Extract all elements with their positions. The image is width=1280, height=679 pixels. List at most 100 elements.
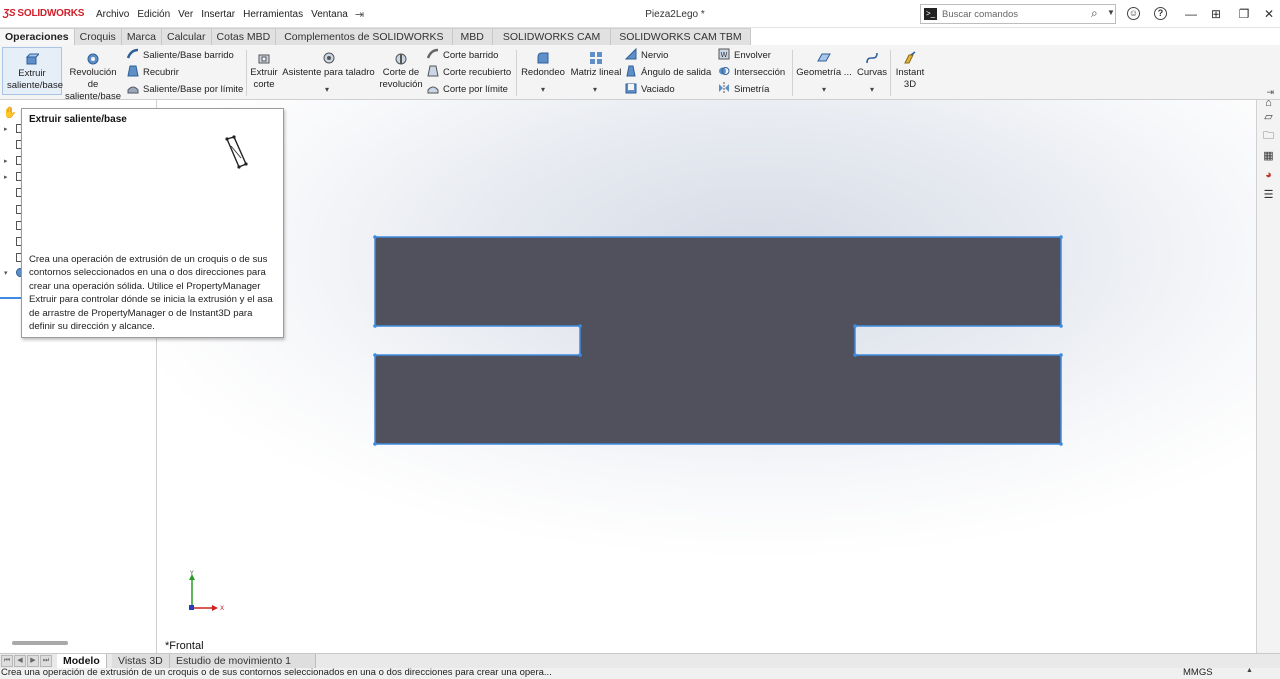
sketch-profile[interactable] [158, 100, 1256, 653]
corte-limite-button[interactable]: Corte por límite [427, 82, 508, 98]
corte-recubierto-button[interactable]: Corte recubierto [427, 65, 511, 81]
document-title: Pieza2Lego * [645, 9, 705, 20]
tab-solidworks-cam[interactable]: SOLIDWORKS CAM [492, 28, 612, 45]
search-placeholder: Buscar comandos [942, 9, 1019, 20]
search-commands-input[interactable]: >_ Buscar comandos ⌕ ▼ [920, 4, 1116, 24]
menu-edicion[interactable]: Edición [133, 9, 174, 20]
swept-boss-icon [127, 48, 139, 59]
help-icon[interactable]: ? [1154, 7, 1167, 20]
ribbon-separator [516, 50, 517, 96]
tab-modelo[interactable]: Modelo [57, 654, 107, 669]
saliente-limite-label: Saliente/Base por límite [143, 84, 244, 95]
menu-ver[interactable]: Ver [174, 9, 197, 20]
tree-collapse-icon[interactable]: ▾ [4, 269, 8, 277]
menu-archivo[interactable]: Archivo [92, 9, 133, 20]
horizontal-scrollbar[interactable] [12, 641, 68, 645]
solidworks-logo[interactable]: ƷS SOLIDWORKS [3, 8, 84, 19]
revolucion-saliente-button[interactable]: Revolución de saliente/base [63, 47, 123, 102]
revolucion-saliente-label: Revolución de saliente/base [65, 67, 121, 102]
command-manager: Extruir saliente/base Revolución de sali… [0, 45, 1280, 102]
nervio-label: Nervio [641, 50, 669, 61]
vaciado-button[interactable]: Vaciado [625, 82, 675, 98]
extruir-corte-button[interactable]: Extruir corte [248, 47, 280, 95]
units-dropdown-icon[interactable]: ▲ [1246, 668, 1253, 674]
prev-tab-icon[interactable]: ◀ [14, 655, 26, 667]
linear-pattern-icon [590, 52, 602, 64]
saliente-barrido-button[interactable]: Saliente/Base barrido [127, 48, 234, 64]
tab-croquis[interactable]: Croquis [74, 28, 122, 45]
file-explorer-icon[interactable]: 🗀 [1260, 128, 1277, 144]
instant3d-button[interactable]: Instant 3D [893, 47, 927, 95]
search-icon[interactable]: ⌕ [1091, 6, 1098, 21]
asistente-taladro-dropdown-icon[interactable]: ▾ [325, 85, 329, 94]
tree-expand-icon[interactable]: ▸ [4, 125, 8, 133]
boundary-cut-icon [427, 86, 439, 94]
tab-solidworks-cam-tbm[interactable]: SOLIDWORKS CAM TBM [611, 28, 751, 45]
menu-ventana[interactable]: Ventana [307, 9, 352, 20]
rib-icon [625, 48, 637, 60]
tree-expand-icon[interactable]: ▸ [4, 157, 8, 165]
curvas-dropdown-icon[interactable]: ▾ [870, 85, 874, 94]
lofted-cut-icon [427, 65, 439, 77]
matriz-lineal-dropdown-icon[interactable]: ▾ [593, 85, 597, 94]
redondeo-dropdown-icon[interactable]: ▾ [541, 85, 545, 94]
tab-estudio-movimiento[interactable]: Estudio de movimiento 1 [170, 654, 316, 669]
geometria-dropdown-icon[interactable]: ▾ [822, 85, 826, 94]
extruir-corte-label: Extruir corte [250, 67, 278, 90]
tab-marca[interactable]: Marca [121, 28, 162, 45]
tree-expand-icon[interactable]: ▸ [4, 173, 8, 181]
tab-vistas-3d[interactable]: Vistas 3D [112, 654, 170, 669]
corte-limite-label: Corte por límite [443, 84, 508, 95]
tile-windows-icon[interactable]: ⊞ [1208, 6, 1224, 22]
shell-icon [625, 83, 637, 94]
minimize-icon[interactable]: — [1183, 6, 1199, 22]
envolver-button[interactable]: W Envolver [718, 48, 771, 64]
selection-indicator [0, 297, 22, 299]
graphics-area[interactable]: Y X *Frontal [158, 100, 1256, 653]
mirror-icon [719, 82, 729, 94]
feature-manager-tab-icon[interactable]: ✋ [3, 106, 17, 119]
interseccion-button[interactable]: Intersección [718, 65, 785, 81]
appearances-icon[interactable]: ◕ [1260, 167, 1277, 183]
first-tab-icon[interactable]: ⏮ [1, 655, 13, 667]
tab-complementos[interactable]: Complementos de SOLIDWORKS [276, 28, 453, 45]
geometria-label: Geometría ... [796, 67, 852, 78]
simetria-button[interactable]: Simetría [718, 82, 769, 98]
reference-triad: Y X [189, 570, 224, 612]
svg-text:W: W [721, 51, 728, 59]
tab-calcular[interactable]: Calcular [162, 28, 212, 45]
revolved-cut-icon [395, 53, 407, 65]
pin-menu-icon[interactable]: ⇥ [355, 8, 364, 21]
view-orientation-label: *Frontal [165, 640, 204, 652]
corte-barrido-button[interactable]: Corte barrido [427, 48, 498, 64]
tab-mbd[interactable]: MBD [452, 28, 493, 45]
units-selector[interactable]: MMGS [1183, 668, 1213, 678]
angulo-salida-button[interactable]: Ángulo de salida [625, 65, 711, 81]
asistente-taladro-label: Asistente para taladro [282, 67, 375, 78]
last-tab-icon[interactable]: ⏭ [40, 655, 52, 667]
menu-insertar[interactable]: Insertar [197, 9, 239, 20]
restore-window-icon[interactable]: ❐ [1236, 6, 1252, 22]
saliente-limite-button[interactable]: Saliente/Base por límite [127, 82, 243, 98]
view-palette-icon[interactable]: ▦ [1260, 148, 1277, 164]
fillet-icon [537, 52, 549, 64]
search-dropdown-icon[interactable]: ▼ [1107, 8, 1115, 17]
tab-cotas-mbd[interactable]: Cotas MBD [211, 28, 277, 45]
task-pane: ⌂ ▱ 🗀 ▦ ◕ ☰ [1256, 97, 1280, 653]
extruir-saliente-button[interactable]: Extruir saliente/base [2, 47, 63, 95]
corte-revolucion-button[interactable]: Corte de revolución [378, 47, 424, 95]
corte-barrido-label: Corte barrido [443, 50, 499, 61]
extrusion-profile-shape[interactable] [374, 236, 1062, 445]
close-icon[interactable]: ✕ [1261, 6, 1277, 22]
custom-properties-icon[interactable]: ☰ [1260, 187, 1277, 203]
redondeo-label: Redondeo [521, 67, 565, 78]
design-library-icon[interactable]: ▱ [1260, 109, 1277, 125]
next-tab-icon[interactable]: ▶ [27, 655, 39, 667]
tab-operaciones[interactable]: Operaciones [0, 28, 75, 45]
user-account-icon[interactable]: ☺ [1127, 7, 1140, 20]
recubrir-button[interactable]: Recubrir [127, 65, 179, 81]
hole-wizard-icon [323, 52, 334, 64]
menu-herramientas[interactable]: Herramientas [239, 9, 307, 20]
title-bar: ƷS SOLIDWORKS Archivo Edición Ver Inserta… [0, 0, 1280, 28]
nervio-button[interactable]: Nervio [625, 48, 668, 64]
